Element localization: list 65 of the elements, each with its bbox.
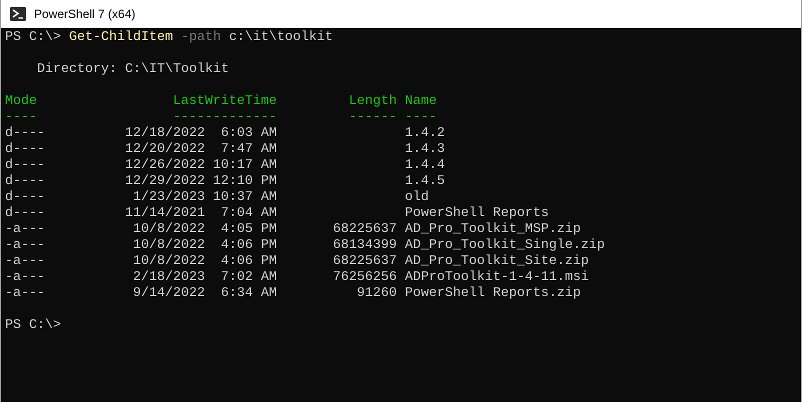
time-text: 4:05 PM xyxy=(220,222,277,238)
mode-text: d---- xyxy=(5,142,46,158)
parameter-text: -path xyxy=(180,30,221,46)
time-text: 6:34 AM xyxy=(220,286,277,302)
name-text: 1.4.5 xyxy=(404,174,445,190)
date-text: 12/26/2022 xyxy=(124,158,205,174)
column-header: Length xyxy=(348,94,397,110)
column-underline: ------ xyxy=(348,110,397,126)
time-text: 12:10 PM xyxy=(212,174,277,190)
date-text: 10/8/2022 xyxy=(132,254,205,270)
column-header: Name xyxy=(404,94,437,110)
mode-text: d---- xyxy=(5,126,46,142)
window-title: PowerShell 7 (x64) xyxy=(34,6,136,23)
name-text: PowerShell Reports xyxy=(404,206,549,222)
name-text: ADProToolkit-1-4-11.msi xyxy=(404,270,589,286)
date-text: 2/18/2023 xyxy=(132,270,205,286)
mode-text: d---- xyxy=(5,206,46,222)
length-text: 91260 xyxy=(356,286,397,302)
mode-text: -a--- xyxy=(5,254,46,270)
column-header: LastWriteTime xyxy=(172,94,277,110)
time-text: 6:03 AM xyxy=(220,126,277,142)
length-text: 68225637 xyxy=(332,254,397,270)
column-header: Mode xyxy=(5,94,38,110)
time-text: 10:37 AM xyxy=(212,190,277,206)
time-text: 4:06 PM xyxy=(220,238,277,254)
date-text: 1/23/2023 xyxy=(132,190,205,206)
date-text: 9/14/2022 xyxy=(132,286,205,302)
length-text: 68134399 xyxy=(332,238,397,254)
name-text: 1.4.4 xyxy=(404,158,445,174)
terminal-prompt-icon xyxy=(10,7,26,21)
date-text: 12/20/2022 xyxy=(124,142,205,158)
date-text: 12/18/2022 xyxy=(124,126,205,142)
column-underline: ---- xyxy=(5,110,38,126)
name-text: 1.4.3 xyxy=(404,142,445,158)
argument-text: c:\it\toolkit xyxy=(228,30,333,46)
name-text: old xyxy=(404,190,429,206)
time-text: 4:06 PM xyxy=(220,254,277,270)
name-text: AD_Pro_Toolkit_MSP.zip xyxy=(404,222,581,238)
date-text: 10/8/2022 xyxy=(132,222,205,238)
time-text: 10:17 AM xyxy=(212,158,277,174)
mode-text: d---- xyxy=(5,174,46,190)
column-underline: ------------- xyxy=(172,110,277,126)
column-underline: ---- xyxy=(404,110,437,126)
cmdlet-text: Get-ChildItem xyxy=(68,30,173,46)
length-text: 76256256 xyxy=(332,270,397,286)
date-text: 10/8/2022 xyxy=(132,238,205,254)
mode-text: -a--- xyxy=(5,286,46,302)
date-text: 11/14/2021 xyxy=(124,206,205,222)
length-text: 68225637 xyxy=(332,222,397,238)
time-text: 7:47 AM xyxy=(220,142,277,158)
name-text: PowerShell Reports.zip xyxy=(404,286,581,302)
name-text: AD_Pro_Toolkit_Single.zip xyxy=(404,238,605,254)
directory-text: Directory: C:\IT\Toolkit xyxy=(36,62,229,78)
date-text: 12/29/2022 xyxy=(124,174,205,190)
time-text: 7:02 AM xyxy=(220,270,277,286)
mode-text: -a--- xyxy=(5,270,46,286)
mode-text: d---- xyxy=(5,158,46,174)
prompt-text: PS C:\> xyxy=(5,30,61,46)
mode-text: -a--- xyxy=(5,238,46,254)
time-text: 7:04 AM xyxy=(220,206,277,222)
name-text: AD_Pro_Toolkit_Site.zip xyxy=(404,254,589,270)
mode-text: -a--- xyxy=(5,222,46,238)
name-text: 1.4.2 xyxy=(404,126,445,142)
mode-text: d---- xyxy=(5,190,46,206)
prompt-text: PS C:\> xyxy=(5,318,61,334)
